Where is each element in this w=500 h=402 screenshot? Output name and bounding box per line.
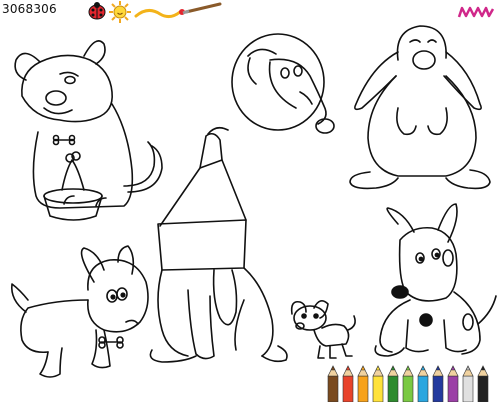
spotted-dog-sitting xyxy=(374,203,497,357)
sad-dog-with-bowl xyxy=(14,40,163,221)
dog-with-paper-bag xyxy=(149,126,288,363)
chihuahua xyxy=(290,300,356,359)
coloring-page xyxy=(10,25,497,378)
long-eared-dog-sitting xyxy=(349,25,491,190)
dog-face-in-bubble xyxy=(231,33,335,134)
colored-pencils-icon xyxy=(327,365,489,402)
puppy-with-bone xyxy=(10,245,149,378)
